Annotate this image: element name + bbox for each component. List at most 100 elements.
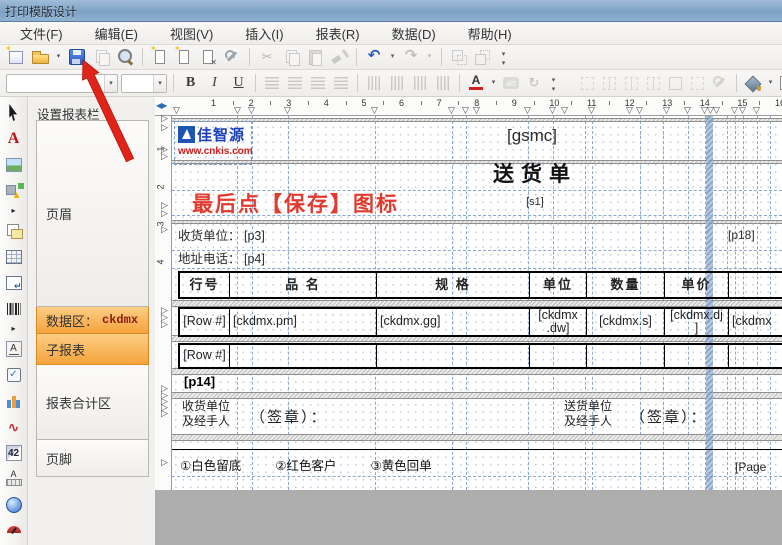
new-template-button[interactable] xyxy=(6,47,26,67)
column-marker-icon[interactable]: ▽ xyxy=(663,105,670,116)
band-section[interactable]: 子报表 xyxy=(36,334,149,365)
row-marker-icon[interactable]: ▷ xyxy=(161,224,168,235)
undo-dropdown-icon[interactable]: ▾ xyxy=(388,47,397,67)
chevron-down-icon[interactable]: ▾ xyxy=(104,75,117,92)
menu-item[interactable]: 数据(D) xyxy=(376,21,452,46)
table-header-cell[interactable]: 金额 xyxy=(729,273,782,297)
column-marker-icon[interactable]: ▽ xyxy=(684,105,691,116)
border-custom-button[interactable] xyxy=(688,74,707,93)
curve-tool-icon[interactable] xyxy=(4,417,24,437)
bold-button[interactable]: B xyxy=(180,73,201,93)
column-marker-icon[interactable]: ▽ xyxy=(284,105,291,116)
p18-field[interactable]: [p18] xyxy=(728,228,755,242)
column-marker-icon[interactable]: ▽ xyxy=(713,105,720,116)
sender-sign-label[interactable]: 送货单位 及经手人 xyxy=(564,399,612,429)
menu-item[interactable]: 插入(I) xyxy=(229,21,299,46)
table-cell[interactable]: [ckdmx.gg] xyxy=(377,309,530,335)
table-cell[interactable]: [ckdmx.dj ] xyxy=(665,309,729,335)
select-tool-icon[interactable] xyxy=(4,103,24,123)
shape-tool-icon[interactable] xyxy=(4,181,24,201)
text-format-tool-icon[interactable] xyxy=(4,469,24,489)
row-marker-icon[interactable]: ▷ xyxy=(161,151,168,162)
row-marker-icon[interactable]: ▷ xyxy=(161,319,168,330)
gauge-tool-icon[interactable] xyxy=(4,521,24,541)
band-section[interactable]: 报表合计区 xyxy=(36,365,149,440)
font-color-button[interactable] xyxy=(466,73,486,93)
chevron-down-icon[interactable]: ▾ xyxy=(153,75,166,92)
menu-item[interactable]: 视图(V) xyxy=(154,21,229,46)
open-button[interactable] xyxy=(30,47,50,67)
copy-color-note[interactable]: ①白色留底②红色客户③黄色回单 xyxy=(180,455,432,474)
italic-button[interactable]: I xyxy=(204,73,225,93)
properties-button[interactable] xyxy=(222,47,242,67)
subreport-tool-icon[interactable] xyxy=(4,273,24,293)
layers-tool-icon[interactable] xyxy=(4,221,24,241)
column-marker-icon[interactable]: ▽ xyxy=(234,105,241,116)
border-grid-button[interactable] xyxy=(644,74,663,93)
font-size-select[interactable]: ▾ xyxy=(121,74,167,93)
address-field[interactable]: [p4] xyxy=(244,252,265,266)
menu-item[interactable]: 帮助(H) xyxy=(452,21,528,46)
band-section[interactable]: 页脚 xyxy=(36,440,149,477)
toolbar-overflow-icon[interactable]: ▾▾ xyxy=(497,47,510,67)
field-tool-icon[interactable] xyxy=(4,339,24,359)
table-cell[interactable]: [ckdmx.pm] xyxy=(230,309,377,335)
fill-color-button[interactable] xyxy=(743,73,763,93)
column-marker-icon[interactable]: ▽ xyxy=(248,105,255,116)
table-header-cell[interactable]: 规 格 xyxy=(377,273,530,297)
preview-button[interactable] xyxy=(115,47,135,67)
table-cell[interactable]: [ckdmx .dw] xyxy=(530,309,587,335)
table-header-cell[interactable]: 品 名 xyxy=(230,273,377,297)
border-inside-button[interactable] xyxy=(600,74,619,93)
table-header-cell[interactable]: 行号 xyxy=(180,273,230,297)
underline-button[interactable]: U xyxy=(228,73,249,93)
menu-item[interactable]: 文件(F) xyxy=(4,21,79,46)
row-marker-icon[interactable]: ▷ xyxy=(161,408,168,419)
column-marker-icon[interactable]: ▽ xyxy=(626,105,633,116)
column-marker-icon[interactable]: ▽ xyxy=(462,105,469,116)
border-settings-button[interactable] xyxy=(710,73,730,93)
send-to-back-button[interactable] xyxy=(473,47,493,67)
address-line[interactable]: 地址电话： [p4] xyxy=(178,248,265,267)
highlight-button[interactable] xyxy=(501,73,521,93)
paste-button[interactable] xyxy=(305,47,325,67)
vertical-align-bottom-button[interactable] xyxy=(433,73,453,93)
web-tool-icon[interactable] xyxy=(4,495,24,515)
border-all-button[interactable] xyxy=(622,74,641,93)
table-cell[interactable]: [Row #] xyxy=(180,309,230,335)
row-marker-icon[interactable]: ▷ xyxy=(161,457,168,468)
vertical-text-button[interactable] xyxy=(364,73,384,93)
table-cell[interactable] xyxy=(230,345,377,367)
logo-element[interactable]: 佳智源 www.cnkis.com xyxy=(174,121,252,165)
p14-field[interactable]: [p14] xyxy=(184,374,215,389)
table-header-cell[interactable]: 单价 xyxy=(665,273,729,297)
align-left-button[interactable] xyxy=(262,73,282,93)
receiver-sign-label[interactable]: 收货单位 及经手人 xyxy=(182,399,230,429)
page-number-field[interactable]: [Page xyxy=(735,460,766,474)
table-header-cell[interactable]: 单位 xyxy=(530,273,587,297)
table-cell[interactable] xyxy=(665,345,729,367)
delete-page-button[interactable] xyxy=(198,47,218,67)
vertical-text-rtl-button[interactable] xyxy=(387,73,407,93)
column-marker-icon[interactable]: ▽ xyxy=(448,105,455,116)
band-section[interactable]: 数据区：ckdmx xyxy=(36,307,149,334)
align-center-button[interactable] xyxy=(285,73,305,93)
sender-stamp-label[interactable]: （签章）： xyxy=(630,406,708,427)
receiver-line[interactable]: 收货单位： [p3] xyxy=(178,225,265,244)
column-marker-icon[interactable]: ▽ xyxy=(524,105,531,116)
row-marker-icon[interactable]: ▷ xyxy=(161,122,168,133)
toolbar-overflow-icon[interactable]: ▾▾ xyxy=(547,73,560,93)
receiver-stamp-label[interactable]: （签章）： xyxy=(250,406,328,427)
menu-item[interactable]: 编辑(E) xyxy=(79,21,154,46)
column-marker-icon[interactable]: ▽ xyxy=(739,105,746,116)
column-marker-icon[interactable]: ▽ xyxy=(753,105,760,116)
column-marker-icon[interactable]: ▽ xyxy=(731,105,738,116)
company-name-field[interactable]: [gsmc] xyxy=(457,126,607,146)
column-marker-icon[interactable]: ▽ xyxy=(561,105,568,116)
table-cell[interactable] xyxy=(530,345,587,367)
border-none-button[interactable] xyxy=(578,74,597,93)
receiver-field[interactable]: [p3] xyxy=(244,229,265,243)
label-tool-icon[interactable] xyxy=(4,129,24,149)
horizontal-ruler[interactable]: 12345678910111213141516▽▽▽▽▽▽▽▽▽▽▽▽▽▽▽▽▽… xyxy=(155,97,782,116)
rotate-text-button[interactable] xyxy=(524,73,544,93)
